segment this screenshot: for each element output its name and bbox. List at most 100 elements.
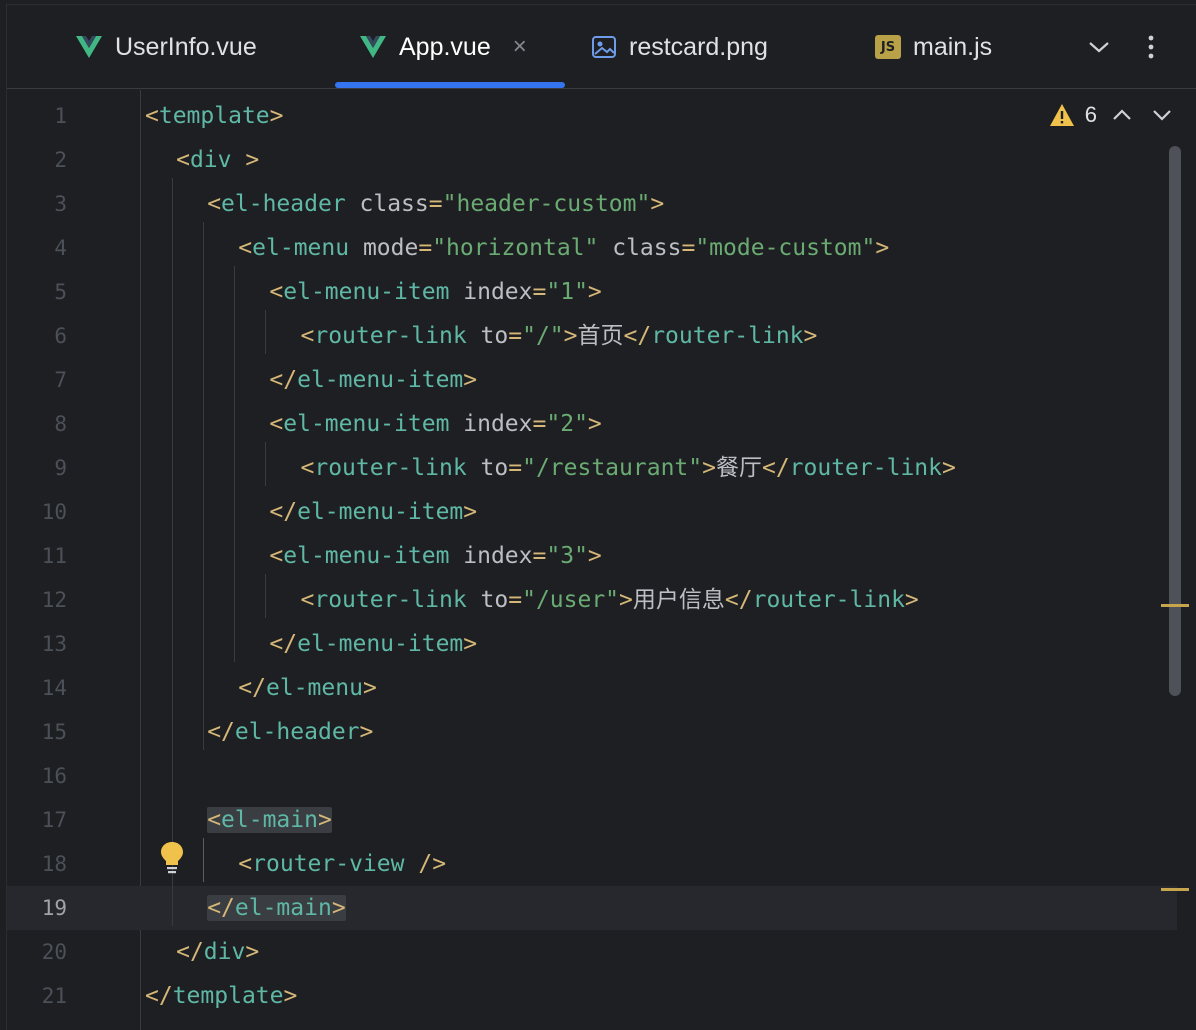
- code-token: =: [532, 543, 547, 569]
- warning-marker[interactable]: [1161, 604, 1189, 607]
- lightbulb-icon[interactable]: [159, 840, 185, 874]
- line-number[interactable]: 2: [7, 138, 67, 182]
- code-editor[interactable]: 1 <template> 2 <div >3 <el-header class="hea…: [7, 90, 1196, 1030]
- line-number[interactable]: 5: [7, 270, 67, 314]
- code-line[interactable]: 22: [7, 1018, 1177, 1030]
- line-number[interactable]: 8: [7, 402, 67, 446]
- line-number[interactable]: 18: [7, 842, 67, 886]
- code-line[interactable]: 9 <router-link to="/restaurant">餐厅</route…: [7, 446, 1177, 490]
- code-line[interactable]: 12 <router-link to="/user">用户信息</router-l…: [7, 578, 1177, 622]
- code-token: "2": [546, 411, 588, 437]
- code-token: >: [463, 367, 478, 393]
- code-line[interactable]: 6 <router-link to="/">首页</router-link>: [7, 314, 1177, 358]
- line-number[interactable]: 9: [7, 446, 67, 490]
- code-token: index: [449, 411, 533, 437]
- line-number[interactable]: 14: [7, 666, 67, 710]
- line-number[interactable]: 4: [7, 226, 67, 270]
- code-token: router-link: [314, 455, 467, 481]
- code-line[interactable]: 7 </el-menu-item>: [7, 358, 1177, 402]
- code-token: el-menu-item: [297, 499, 464, 525]
- code-line[interactable]: 4 <el-menu mode="horizontal" class="mode-…: [7, 226, 1177, 270]
- tab-main-js[interactable]: JS main.js: [875, 5, 992, 89]
- code-token: template: [172, 983, 284, 1009]
- code-line[interactable]: 2 <div >: [7, 138, 1177, 182]
- code-token: el-menu-item: [283, 279, 450, 305]
- code-token: >: [362, 675, 377, 701]
- line-number[interactable]: 6: [7, 314, 67, 358]
- line-number[interactable]: 22: [7, 1018, 67, 1030]
- chevron-up-icon: [1113, 109, 1131, 120]
- code-token: "3": [546, 543, 588, 569]
- close-icon[interactable]: ×: [513, 33, 527, 61]
- code-text: <el-menu-item index="2">: [269, 402, 601, 446]
- line-number[interactable]: 20: [7, 930, 67, 974]
- code-token: 首页: [577, 323, 624, 349]
- code-token: <: [207, 191, 222, 217]
- code-token: >: [463, 631, 478, 657]
- previous-highlight-button[interactable]: [1107, 100, 1137, 130]
- code-token: router-link: [651, 323, 804, 349]
- line-number[interactable]: 19: [7, 886, 67, 930]
- inspection-widget[interactable]: 6: [1049, 100, 1177, 130]
- line-number[interactable]: 3: [7, 182, 67, 226]
- code-token: >: [245, 939, 260, 965]
- code-token: >: [331, 895, 346, 921]
- vertical-scrollbar[interactable]: [1169, 146, 1181, 696]
- code-token: <: [176, 147, 190, 173]
- code-text: </el-menu-item>: [269, 622, 477, 666]
- line-number[interactable]: 13: [7, 622, 67, 666]
- code-token: </: [176, 939, 204, 965]
- code-token: >: [587, 279, 602, 305]
- line-number[interactable]: 11: [7, 534, 67, 578]
- indent-guide: [203, 838, 204, 882]
- code-token: =: [508, 587, 523, 613]
- warning-marker[interactable]: [1161, 888, 1189, 891]
- code-token: <: [269, 279, 284, 305]
- tab-list-dropdown[interactable]: [1081, 29, 1117, 65]
- line-number[interactable]: 7: [7, 358, 67, 402]
- code-token: <: [300, 455, 315, 481]
- line-number[interactable]: 12: [7, 578, 67, 622]
- line-number[interactable]: 16: [7, 754, 67, 798]
- code-token: router-link: [789, 455, 942, 481]
- code-line[interactable]: 20 </div>: [7, 930, 1177, 974]
- image-icon: [592, 36, 616, 58]
- code-text: <el-menu-item index="1">: [269, 270, 601, 314]
- code-line[interactable]: 17 <el-main>: [7, 798, 1177, 842]
- code-line[interactable]: 3 <el-header class="header-custom">: [7, 182, 1177, 226]
- code-text: <el-menu-item index="3">: [269, 534, 601, 578]
- chevron-down-icon: [1153, 110, 1171, 121]
- code-line[interactable]: 21 </template>: [7, 974, 1177, 1018]
- code-token: el-menu-item: [283, 543, 450, 569]
- code-line[interactable]: 16: [7, 754, 1177, 798]
- line-number[interactable]: 10: [7, 490, 67, 534]
- tab-app-vue[interactable]: App.vue ×: [359, 5, 527, 89]
- code-line[interactable]: 1 <template>: [7, 94, 1177, 138]
- code-line[interactable]: 13 </el-menu-item>: [7, 622, 1177, 666]
- code-token: router-view: [252, 851, 405, 877]
- code-line[interactable]: 19 </el-main>: [7, 886, 1177, 930]
- indent-guide: [203, 222, 204, 750]
- code-token: template: [158, 103, 270, 129]
- next-highlight-button[interactable]: [1147, 100, 1177, 130]
- tab-restcard-png[interactable]: restcard.png: [591, 5, 768, 89]
- code-text: </el-menu-item>: [269, 358, 477, 402]
- code-line[interactable]: 14 </el-menu>: [7, 666, 1177, 710]
- code-token: "1": [546, 279, 588, 305]
- code-line[interactable]: 10 </el-menu-item>: [7, 490, 1177, 534]
- code-line[interactable]: 11 <el-menu-item index="3">: [7, 534, 1177, 578]
- line-number[interactable]: 17: [7, 798, 67, 842]
- code-token: >: [650, 191, 665, 217]
- code-text: <router-view />: [238, 842, 446, 886]
- tab-userinfo-vue[interactable]: UserInfo.vue: [75, 5, 257, 89]
- line-number[interactable]: 15: [7, 710, 67, 754]
- code-line[interactable]: 8 <el-menu-item index="2">: [7, 402, 1177, 446]
- more-options-button[interactable]: [1133, 29, 1169, 65]
- code-line[interactable]: 15 </el-header>: [7, 710, 1177, 754]
- code-token: </: [269, 367, 298, 393]
- code-line[interactable]: 5 <el-menu-item index="1">: [7, 270, 1177, 314]
- line-number[interactable]: 21: [7, 974, 67, 1018]
- line-number[interactable]: 1: [7, 94, 67, 138]
- code-token: =: [508, 455, 523, 481]
